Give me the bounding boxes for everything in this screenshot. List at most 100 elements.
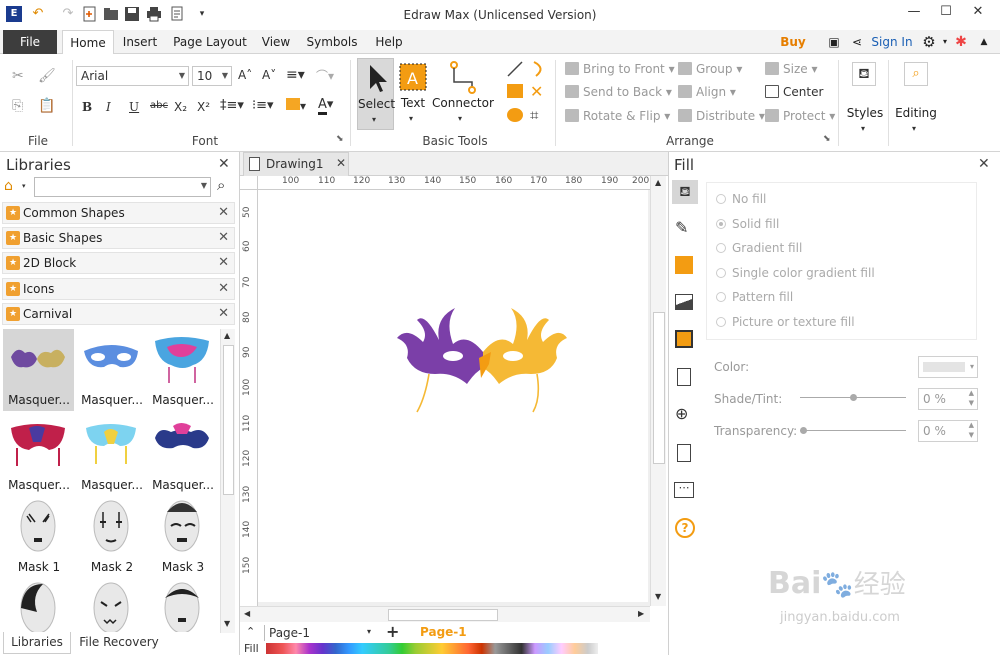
size-button[interactable]: Size ▾ [765, 62, 817, 76]
tab-help[interactable]: Help [370, 30, 408, 54]
library-2d-block[interactable]: ★ 2D Block ✕ [2, 252, 235, 274]
bring-to-front-button[interactable]: Bring to Front ▾ [565, 62, 675, 76]
color-picker[interactable]: ▾ [918, 356, 978, 378]
tab-symbols[interactable]: Symbols [302, 30, 362, 54]
shrink-font-icon[interactable]: A˅ [262, 68, 276, 82]
line-spacing-icon[interactable]: ‡≡▾ [220, 98, 244, 113]
tab-file[interactable]: File [3, 30, 57, 54]
fill-option-gradient-fill[interactable]: Gradient fill [716, 241, 802, 255]
comment-panel-icon[interactable]: ⋯ [674, 482, 694, 498]
shape-mask-3[interactable]: Mask 3 [147, 496, 217, 576]
shape-mask-2[interactable]: Mask 2 [76, 496, 146, 576]
center-button[interactable]: Center [765, 85, 823, 99]
slider-thumb[interactable] [850, 394, 857, 401]
format-painter-icon[interactable]: 🖌 [38, 68, 56, 84]
group-button[interactable]: Group ▾ [678, 62, 742, 76]
add-page-icon[interactable]: + [386, 622, 399, 641]
shape-mask-1[interactable]: Mask 1 [3, 496, 73, 576]
library-basic-shapes[interactable]: ★ Basic Shapes ✕ [2, 227, 235, 249]
tab-home[interactable]: Home [62, 30, 114, 55]
scroll-thumb[interactable] [223, 345, 234, 495]
settings-dropdown-icon[interactable]: ▾ [940, 30, 950, 54]
stepper-arrows-icon[interactable]: ▲ ▼ [969, 420, 974, 440]
page-selector[interactable]: Page-1 ▾ [264, 625, 374, 641]
libraries-bottom-tab[interactable]: Libraries [3, 632, 71, 654]
cross-tool-icon[interactable]: ✕ [530, 82, 543, 101]
crop-tool-icon[interactable]: ⌗ [530, 106, 538, 124]
collapse-up-icon[interactable]: ⌃ [246, 625, 255, 638]
shape-mask-6[interactable] [147, 578, 217, 632]
canvas-vertical-scrollbar[interactable]: ▲ ▼ [650, 176, 666, 606]
close-icon[interactable]: ✕ [218, 230, 229, 245]
editing-button[interactable]: ⌕ Editing ▾ [894, 60, 938, 140]
globe-panel-icon[interactable]: ⊕ [675, 404, 688, 423]
underline-button[interactable]: U [129, 100, 139, 114]
scroll-left-icon[interactable]: ◀ [244, 609, 250, 618]
edraw-badge-icon[interactable]: ✱ [952, 30, 970, 54]
fill-option-single-color-gradient[interactable]: Single color gradient fill [716, 266, 875, 280]
fill-option-picture-texture[interactable]: Picture or texture fill [716, 315, 855, 329]
arrange-dialog-launcher-icon[interactable]: ⬊ [823, 134, 831, 144]
home-icon[interactable]: ⌂ [4, 178, 13, 194]
shape-masquerade-5[interactable]: Masquer... [76, 414, 146, 494]
tab-insert[interactable]: Insert [118, 30, 162, 54]
scroll-thumb[interactable] [653, 312, 665, 464]
shop-icon[interactable]: ▣ [825, 30, 843, 54]
library-carnival[interactable]: ★ Carnival ✕ [2, 303, 235, 325]
search-icon[interactable]: ⌕ [217, 176, 225, 194]
maximize-button[interactable]: ☐ [936, 4, 956, 22]
bullets-icon[interactable]: ⁝≡▾ [252, 98, 274, 113]
masquerade-mask-shape[interactable] [395, 302, 575, 422]
close-icon[interactable]: ✕ [218, 281, 229, 296]
tab-page-layout[interactable]: Page Layout [170, 30, 250, 54]
active-page-tab[interactable]: Page-1 [420, 625, 467, 639]
distribute-button[interactable]: Distribute ▾ [678, 109, 765, 123]
connector-tool-button[interactable]: Connector ▾ [432, 58, 494, 130]
close-window-button[interactable]: ✕ [968, 4, 988, 22]
text-tool-button[interactable]: A Text ▾ [396, 58, 430, 130]
paste-icon[interactable]: 📋 [38, 98, 55, 114]
font-size-select[interactable]: 10 ▼ [192, 66, 232, 86]
close-libraries-icon[interactable]: ✕ [218, 156, 230, 172]
shape-masquerade-6[interactable]: Masquer... [147, 414, 217, 494]
fill-panel-icon[interactable]: ⛾ [672, 180, 698, 204]
text-background-icon[interactable]: ▾ [286, 98, 306, 113]
select-tool-button[interactable]: Select ▾ [357, 58, 395, 130]
shape-mask-5[interactable] [76, 578, 146, 632]
copy-icon[interactable]: ⎘ [12, 98, 23, 114]
shape-mask-4[interactable] [3, 578, 73, 632]
color-swatches[interactable] [266, 643, 598, 654]
close-icon[interactable]: ✕ [218, 205, 229, 220]
page-panel-icon[interactable] [677, 368, 691, 386]
arc-tool-icon[interactable] [530, 60, 548, 81]
library-search-input[interactable]: ▼ [34, 177, 211, 197]
drawing-page[interactable] [258, 190, 648, 602]
scroll-down-icon[interactable]: ▼ [224, 619, 230, 628]
scroll-up-icon[interactable]: ▲ [224, 331, 230, 340]
align-button[interactable]: Align ▾ [678, 85, 736, 99]
home-dropdown-icon[interactable]: ▾ [22, 182, 26, 190]
sign-in-link[interactable]: Sign In [870, 30, 914, 54]
shape-masquerade-2[interactable]: Masquer... [76, 329, 146, 409]
font-color-icon[interactable]: A▾ [318, 97, 333, 115]
cut-icon[interactable]: ✂ [12, 68, 24, 84]
line-style-icon[interactable]: ⌒▾ [316, 67, 334, 84]
rectangle-tool-icon[interactable] [507, 84, 523, 98]
fill-option-no-fill[interactable]: No fill [716, 192, 766, 206]
rotate-flip-button[interactable]: Rotate & Flip ▾ [565, 109, 670, 123]
library-icons[interactable]: ★ Icons ✕ [2, 278, 235, 300]
doc-tab-drawing1[interactable]: Drawing1 ✕ [243, 152, 349, 176]
scroll-down-icon[interactable]: ▼ [655, 592, 661, 601]
shadow-panel-icon[interactable] [675, 256, 693, 274]
shape-masquerade-3[interactable]: Masquer... [147, 329, 217, 409]
shade-tint-stepper[interactable]: 0 % ▲ ▼ [918, 388, 978, 410]
font-name-select[interactable]: Arial ▼ [76, 66, 189, 86]
send-to-back-button[interactable]: Send to Back ▾ [565, 85, 672, 99]
close-icon[interactable]: ✕ [218, 255, 229, 270]
canvas-horizontal-scrollbar[interactable]: ◀ ▶ [240, 606, 650, 622]
scroll-up-icon[interactable]: ▲ [655, 178, 661, 187]
text-align-icon[interactable]: ≡▾ [286, 67, 305, 83]
library-common-shapes[interactable]: ★ Common Shapes ✕ [2, 202, 235, 224]
help-panel-icon[interactable]: ? [675, 518, 695, 538]
close-icon[interactable]: ✕ [336, 156, 346, 170]
